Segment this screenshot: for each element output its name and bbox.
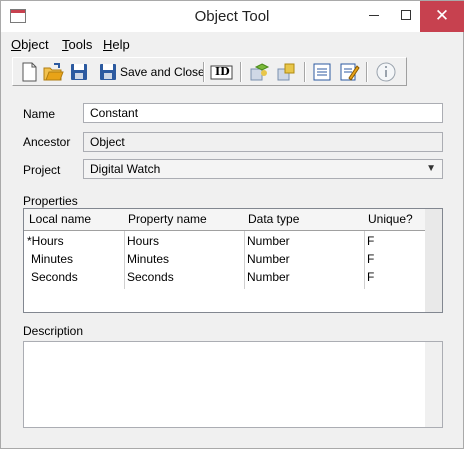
properties-label: Properties	[23, 194, 78, 208]
properties-list-icon[interactable]	[311, 61, 333, 83]
description-textarea[interactable]	[23, 341, 443, 428]
toolbar-separator	[240, 62, 242, 82]
column-header-local-name[interactable]: Local name	[29, 212, 91, 226]
ancestor-label: Ancestor	[23, 135, 71, 149]
vertical-scrollbar[interactable]	[425, 342, 442, 427]
grid-header: Local name Property name Data type Uniqu…	[24, 209, 426, 231]
toolbar-separator	[203, 62, 205, 82]
chevron-down-icon[interactable]: ▼	[426, 160, 436, 178]
save-and-close-icon[interactable]	[97, 61, 119, 83]
toolbar: Save and Close ID	[12, 57, 407, 86]
open-folder-icon[interactable]	[42, 61, 64, 83]
id-icon[interactable]: ID	[210, 61, 234, 83]
info-icon[interactable]	[375, 61, 397, 83]
project-dropdown[interactable]: Digital Watch ▼	[83, 159, 443, 179]
save-icon[interactable]	[68, 61, 90, 83]
name-label: Name	[23, 107, 56, 121]
vertical-scrollbar[interactable]	[425, 209, 442, 312]
menu-object[interactable]: Object	[11, 37, 49, 52]
title-bar: Object Tool ✕	[1, 1, 464, 32]
maximize-button[interactable]	[391, 1, 422, 32]
project-value: Digital Watch	[90, 162, 161, 176]
column-header-unique[interactable]: Unique?	[368, 212, 413, 226]
edit-document-icon[interactable]	[338, 61, 360, 83]
toolbar-separator	[366, 62, 368, 82]
table-row[interactable]: Minutes Minutes Number F	[24, 250, 426, 268]
new-icon[interactable]	[18, 61, 40, 83]
properties-grid[interactable]: Local name Property name Data type Uniqu…	[23, 208, 443, 313]
close-icon: ✕	[434, 6, 450, 25]
column-header-property-name[interactable]: Property name	[128, 212, 207, 226]
menu-help[interactable]: Help	[103, 37, 130, 52]
object-tool-window: Object Tool ✕ Object Tools Help Save and…	[0, 0, 464, 449]
description-label: Description	[23, 324, 84, 338]
toolbar-separator	[304, 62, 306, 82]
ancestor-field: Object	[83, 132, 443, 152]
table-row[interactable]: *Hours Hours Number F	[24, 232, 426, 250]
tool-cube-icon[interactable]	[248, 61, 270, 83]
save-and-close-button[interactable]: Save and Close	[120, 65, 205, 79]
tool-cube-alt-icon[interactable]	[275, 61, 297, 83]
project-label: Project	[23, 163, 61, 177]
name-input[interactable]: Constant	[83, 103, 443, 123]
close-button[interactable]: ✕	[420, 1, 464, 32]
minimize-button[interactable]	[359, 1, 390, 32]
table-row[interactable]: Seconds Seconds Number F	[24, 268, 426, 286]
menu-tools[interactable]: Tools	[62, 37, 92, 52]
column-header-data-type[interactable]: Data type	[248, 212, 299, 226]
